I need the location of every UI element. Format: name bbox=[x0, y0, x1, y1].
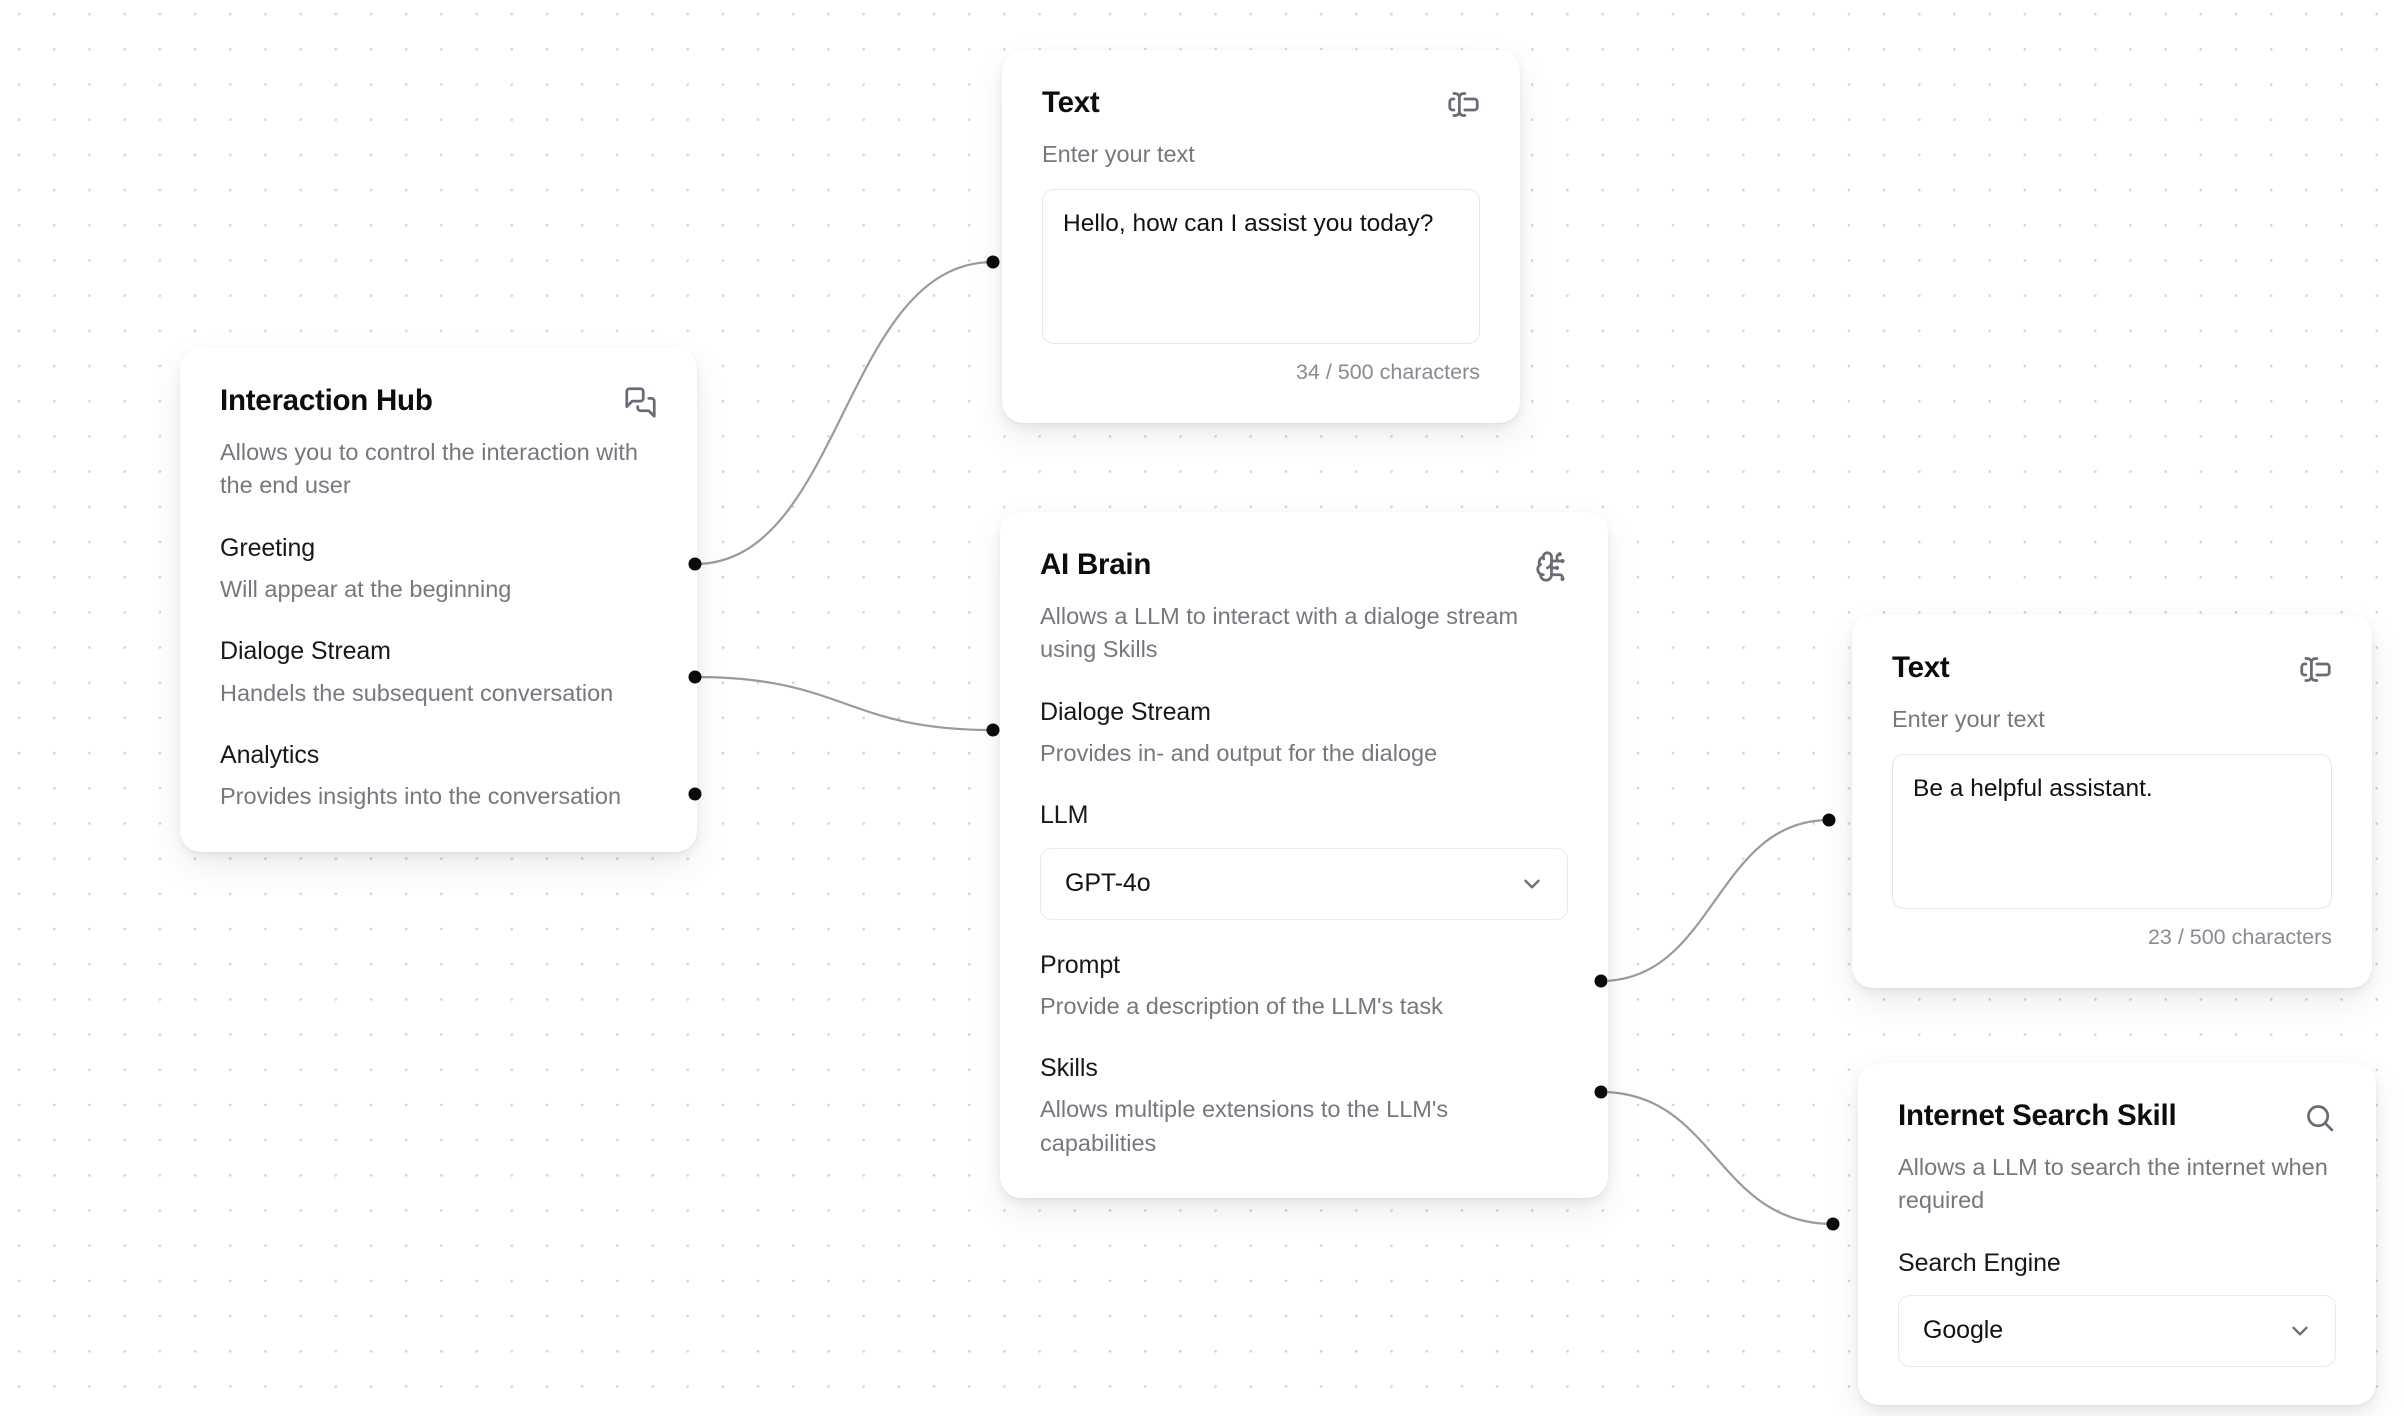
field-label: LLM bbox=[1040, 801, 1089, 830]
node-interaction-hub[interactable]: Interaction Hub Allows you to control th… bbox=[180, 348, 697, 852]
node-text-prompt[interactable]: Text Enter your text Be a helpful assist… bbox=[1852, 615, 2372, 989]
chevron-down-icon bbox=[1519, 871, 1545, 897]
handle-input-text-prompt[interactable] bbox=[1822, 813, 1836, 827]
field-label: Skills bbox=[1040, 1054, 1098, 1083]
node-internet-search-skill[interactable]: Internet Search Skill Allows a LLM to se… bbox=[1858, 1063, 2376, 1405]
field-label: Prompt bbox=[1040, 950, 1120, 979]
flow-canvas[interactable]: Interaction Hub Allows you to control th… bbox=[0, 0, 2404, 1416]
field-search-engine[interactable]: Search Engine Google bbox=[1898, 1248, 2336, 1367]
node-text-greeting[interactable]: Text Enter your text Hello, how can I as… bbox=[1002, 50, 1520, 424]
text-cursor-input-icon bbox=[1447, 88, 1480, 121]
field-sublabel: Provides in- and output for the dialoge bbox=[1040, 739, 1438, 766]
field-label: Dialoge Stream bbox=[220, 637, 391, 666]
field-analytics[interactable]: Analytics Provides insights into the con… bbox=[220, 740, 657, 814]
edge-dialoge-to-ai-brain bbox=[694, 675, 994, 732]
llm-select[interactable]: GPT-4o bbox=[1040, 847, 1568, 920]
chevron-down-icon bbox=[2287, 1318, 2313, 1344]
field-label: Search Engine bbox=[1898, 1248, 2061, 1277]
node-header: Text bbox=[1042, 86, 1480, 121]
field-sublabel: Allows multiple extensions to the LLM's … bbox=[1040, 1096, 1449, 1156]
node-header: Interaction Hub bbox=[220, 384, 657, 419]
handle-output-greeting[interactable] bbox=[688, 557, 702, 571]
text-input-area[interactable]: Hello, how can I assist you today? bbox=[1042, 189, 1480, 345]
field-greeting[interactable]: Greeting Will appear at the beginning bbox=[220, 533, 657, 607]
field-dialoge-stream[interactable]: Dialoge Stream Handels the subsequent co… bbox=[220, 636, 657, 710]
handle-output-dialoge-stream[interactable] bbox=[688, 670, 702, 684]
messages-square-icon bbox=[624, 386, 657, 419]
brain-circuit-icon bbox=[1535, 550, 1568, 583]
search-engine-select[interactable]: Google bbox=[1898, 1294, 2336, 1367]
node-ai-brain[interactable]: AI Brain Allows a LLM to interact with a… bbox=[1000, 512, 1608, 1199]
char-counter: 34 / 500 characters bbox=[1295, 360, 1480, 385]
node-title: AI Brain bbox=[1040, 548, 1152, 581]
node-header: AI Brain bbox=[1040, 548, 1568, 583]
text-input-area[interactable]: Be a helpful assistant. bbox=[1892, 754, 2332, 910]
field-sublabel: Provides insights into the conversation bbox=[220, 783, 622, 810]
edge-skills-to-search-skill bbox=[1600, 1090, 1834, 1226]
node-header: Text bbox=[1892, 651, 2332, 686]
handle-input-text-greeting[interactable] bbox=[986, 255, 1000, 269]
node-header: Internet Search Skill bbox=[1898, 1099, 2336, 1134]
handle-output-skills[interactable] bbox=[1594, 1085, 1608, 1099]
edge-prompt-to-text bbox=[1600, 818, 1830, 983]
node-description: Enter your text bbox=[1892, 706, 2045, 732]
field-llm[interactable]: LLM GPT-4o bbox=[1040, 800, 1568, 920]
field-sublabel: Provide a description of the LLM's task bbox=[1040, 992, 1443, 1019]
field-label: Analytics bbox=[220, 740, 320, 769]
handle-output-prompt[interactable] bbox=[1594, 974, 1608, 988]
field-skills[interactable]: Skills Allows multiple extensions to the… bbox=[1040, 1053, 1568, 1160]
field-dialoge-stream[interactable]: Dialoge Stream Provides in- and output f… bbox=[1040, 697, 1568, 771]
search-engine-select-value: Google bbox=[1923, 1316, 2004, 1345]
node-description: Allows a LLM to search the internet when… bbox=[1898, 1154, 2328, 1214]
node-description: Allows a LLM to interact with a dialoge … bbox=[1040, 603, 1519, 663]
node-title: Text bbox=[1892, 651, 1950, 684]
search-icon bbox=[2303, 1101, 2336, 1134]
field-label: Dialoge Stream bbox=[1040, 697, 1211, 726]
edge-greeting-to-text bbox=[694, 260, 994, 566]
handle-output-analytics[interactable] bbox=[688, 787, 702, 801]
handle-input-search-skill[interactable] bbox=[1826, 1217, 1840, 1231]
node-title: Interaction Hub bbox=[220, 384, 433, 417]
node-description: Enter your text bbox=[1042, 141, 1195, 167]
text-cursor-input-icon bbox=[2299, 653, 2332, 686]
llm-select-value: GPT-4o bbox=[1065, 869, 1151, 898]
node-description: Allows you to control the interaction wi… bbox=[220, 439, 638, 499]
field-label: Greeting bbox=[220, 533, 316, 562]
field-sublabel: Handels the subsequent conversation bbox=[220, 679, 614, 706]
char-counter: 23 / 500 characters bbox=[2147, 925, 2332, 950]
handle-input-ai-brain-dialoge[interactable] bbox=[986, 723, 1000, 737]
field-sublabel: Will appear at the beginning bbox=[220, 575, 512, 602]
node-title: Text bbox=[1042, 86, 1100, 119]
field-prompt[interactable]: Prompt Provide a description of the LLM'… bbox=[1040, 950, 1568, 1024]
node-title: Internet Search Skill bbox=[1898, 1099, 2177, 1132]
